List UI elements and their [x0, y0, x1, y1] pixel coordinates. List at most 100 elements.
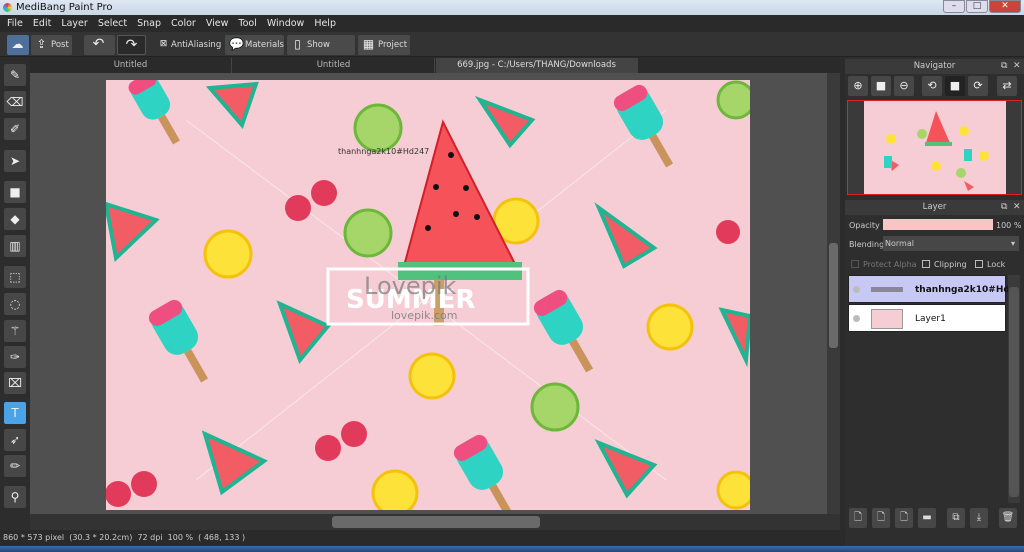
- flip-icon[interactable]: ⇄: [997, 76, 1017, 96]
- layer-thumbnail: [871, 309, 903, 329]
- layer-thumbnail: [871, 287, 903, 292]
- undo-icon: ↶: [92, 36, 105, 52]
- chevron-down-icon: ▾: [1010, 239, 1015, 248]
- layer-row-text[interactable]: thanhnga2k10#Hd2: [848, 275, 1016, 303]
- status-dpi: 72 dpi: [137, 533, 163, 542]
- zoom-out-icon[interactable]: ⊖: [894, 76, 914, 96]
- layer-row-layer1[interactable]: Layer1: [848, 304, 1006, 332]
- lasso-tool-icon[interactable]: ◌: [4, 293, 26, 315]
- lock-checkbox[interactable]: Lock: [975, 260, 1005, 269]
- menu-view[interactable]: View: [201, 15, 234, 32]
- show-detail-button[interactable]: ▯Show Detail: [287, 35, 355, 70]
- lock-label: Lock: [987, 260, 1006, 269]
- post-label: Post: [51, 40, 69, 50]
- undock-icon[interactable]: ⧉: [1001, 200, 1007, 215]
- close-panel-icon[interactable]: ✕: [1013, 200, 1021, 215]
- select-pen-tool-icon[interactable]: ✑: [4, 346, 26, 368]
- merge-down-icon[interactable]: ⤓: [970, 508, 988, 528]
- operation-tool-icon[interactable]: ➶: [4, 429, 26, 451]
- materials-button[interactable]: 💬 Materials: [225, 35, 284, 55]
- reset-rotation-icon[interactable]: ■: [945, 76, 965, 96]
- canvas-image[interactable]: SUMMER Lovepik lovepik.com thanhnga2k10#…: [103, 73, 756, 514]
- protect-alpha-checkbox[interactable]: Protect Alpha: [851, 260, 917, 269]
- layer-header: Layer ⧉ ✕: [845, 200, 1024, 215]
- layer-scroll-thumb[interactable]: [1009, 287, 1019, 497]
- horizontal-scrollbar[interactable]: [30, 514, 840, 530]
- blending-select[interactable]: Normal ▾: [883, 236, 1019, 251]
- close-panel-icon[interactable]: ✕: [1013, 59, 1021, 74]
- brush-tool-icon[interactable]: ✎: [4, 64, 26, 86]
- vertical-scrollbar[interactable]: [827, 73, 840, 514]
- undo-button[interactable]: ↶: [84, 35, 115, 55]
- antialiasing-label: AntiAliasing: [171, 40, 222, 50]
- tab-untitled-1[interactable]: Untitled: [30, 58, 232, 73]
- clipping-label: Clipping: [934, 260, 967, 269]
- menu-color[interactable]: Color: [166, 15, 201, 32]
- redo-icon: ↷: [125, 37, 138, 53]
- project-icon: ▦: [362, 37, 375, 51]
- maximize-button[interactable]: □: [966, 0, 988, 13]
- text-layer-content: thanhnga2k10#Hd247: [338, 147, 429, 156]
- canvas-area[interactable]: SUMMER Lovepik lovepik.com thanhnga2k10#…: [30, 73, 827, 514]
- app-title: MediBang Paint Pro: [16, 2, 113, 13]
- rect-select-tool-icon[interactable]: ⬚: [4, 266, 26, 288]
- menu-layer[interactable]: Layer: [56, 15, 93, 32]
- fill-rect-tool-icon[interactable]: ■: [4, 181, 26, 203]
- tab-untitled-2[interactable]: Untitled: [233, 58, 435, 73]
- fit-icon[interactable]: ■: [871, 76, 891, 96]
- duplicate-layer-icon[interactable]: ⧉: [947, 508, 965, 528]
- magic-wand-tool-icon[interactable]: ⚚: [4, 320, 26, 342]
- blending-label: Blending: [849, 240, 885, 249]
- vertical-scroll-thumb[interactable]: [829, 243, 838, 348]
- opacity-slider[interactable]: [883, 219, 993, 230]
- toolbar: ☁ ⇪ Post ↶ ↷ ⊠ AntiAliasing 💬 Materials ▯ Sh…: [0, 32, 1024, 70]
- menu-window[interactable]: Window: [262, 15, 309, 32]
- layer-name: Layer1: [915, 314, 946, 324]
- close-button[interactable]: ✕: [989, 0, 1021, 13]
- layer-list-scrollbar[interactable]: [1008, 275, 1020, 503]
- dot-brush-tool-icon[interactable]: ✐: [4, 118, 26, 140]
- rotate-left-icon[interactable]: ⟲: [922, 76, 942, 96]
- rotate-right-icon[interactable]: ⟳: [968, 76, 988, 96]
- eyedropper-tool-icon[interactable]: ⚲: [4, 486, 26, 508]
- new-layer-icon[interactable]: 🗋: [849, 508, 867, 528]
- visibility-icon[interactable]: [853, 315, 860, 322]
- document-tabs: Untitled Untitled 669.jpg - C:/Users/THA…: [30, 57, 840, 73]
- minimize-button[interactable]: –: [943, 0, 965, 13]
- visibility-icon[interactable]: [853, 286, 860, 293]
- menu-snap[interactable]: Snap: [132, 15, 166, 32]
- bucket-tool-icon[interactable]: ◆: [4, 208, 26, 230]
- select-eraser-tool-icon[interactable]: ⌧: [4, 372, 26, 394]
- gradient-tool-icon[interactable]: ▥: [4, 235, 26, 257]
- horizontal-scroll-thumb[interactable]: [332, 516, 540, 528]
- divide-tool-icon[interactable]: ✏: [4, 455, 26, 477]
- clipping-checkbox[interactable]: Clipping: [922, 260, 967, 269]
- tab-669-jpg[interactable]: 669.jpg - C:/Users/THANG/Downloads: [436, 58, 638, 73]
- status-zoom: 100 %: [167, 533, 194, 542]
- text-tool-icon[interactable]: T: [4, 402, 26, 424]
- menu-bar: File Edit Layer Select Snap Color View T…: [0, 15, 1024, 32]
- redo-button[interactable]: ↷: [117, 35, 146, 55]
- new-halftone-layer-icon[interactable]: 🗋: [872, 508, 890, 528]
- move-tool-icon[interactable]: ➤: [4, 150, 26, 172]
- project-button[interactable]: ▦ Project: [358, 35, 410, 55]
- post-button[interactable]: ⇪ Post: [31, 35, 72, 55]
- zoom-in-icon[interactable]: ⊕: [848, 76, 868, 96]
- cloud-button[interactable]: ☁: [7, 35, 29, 55]
- undock-icon[interactable]: ⧉: [1001, 59, 1007, 74]
- delete-layer-icon[interactable]: 🗑: [999, 508, 1017, 528]
- menu-select[interactable]: Select: [93, 15, 132, 32]
- menu-edit[interactable]: Edit: [28, 15, 56, 32]
- menu-help[interactable]: Help: [309, 15, 341, 32]
- status-bar: 860 * 573 pixel (30.3 * 20.2cm) 72 dpi 1…: [0, 530, 845, 546]
- eraser-tool-icon[interactable]: ⌫: [4, 91, 26, 113]
- navigator-preview[interactable]: [847, 100, 1022, 195]
- new-1bit-layer-icon[interactable]: 🗋: [895, 508, 913, 528]
- menu-file[interactable]: File: [2, 15, 28, 32]
- status-size-cm: (30.3 * 20.2cm): [69, 533, 133, 542]
- menu-tool[interactable]: Tool: [233, 15, 261, 32]
- antialiasing-toggle[interactable]: ⊠ AntiAliasing: [153, 35, 222, 55]
- right-panel: Navigator ⧉ ✕ ⊕ ■ ⊖ ⟲ ■ ⟳ ⇄ Layer ⧉ ✕ Op…: [845, 57, 1024, 546]
- speech-bubble-icon: 💬: [229, 37, 244, 51]
- folder-icon[interactable]: ▬: [918, 508, 936, 528]
